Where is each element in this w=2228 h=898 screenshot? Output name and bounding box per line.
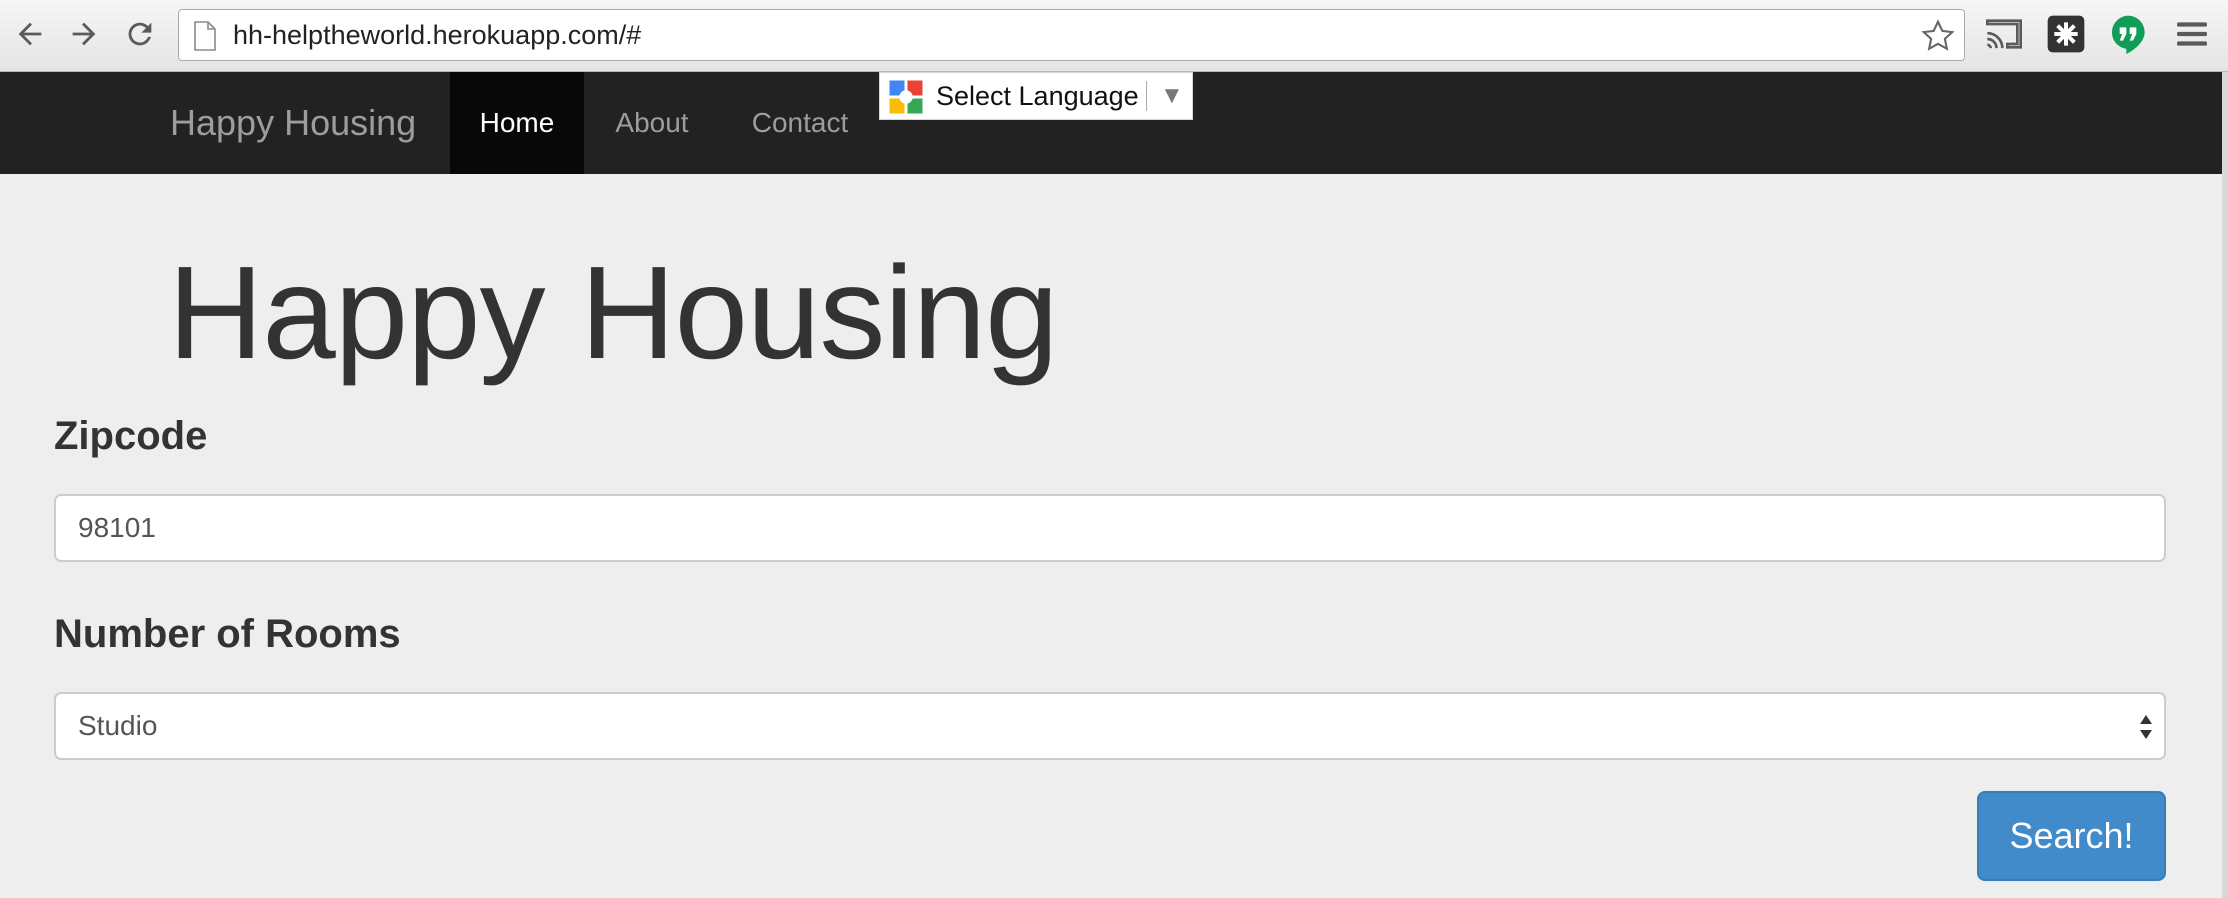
- nav-about[interactable]: About: [604, 72, 700, 174]
- brand-link[interactable]: Happy Housing: [170, 72, 416, 174]
- browser-toolbar: hh-helptheworld.herokuapp.com/#: [0, 0, 2228, 72]
- hangouts-icon[interactable]: [2108, 14, 2148, 54]
- page-title: Happy Housing: [168, 239, 1059, 386]
- rooms-select-value: Studio: [78, 710, 158, 741]
- back-button[interactable]: [6, 10, 54, 58]
- cast-icon[interactable]: [1984, 14, 2024, 54]
- window-edge: [2222, 72, 2228, 898]
- language-select-label: Select Language: [936, 81, 1139, 111]
- dropdown-arrow-icon[interactable]: ▼: [1160, 73, 1184, 119]
- nav-contact[interactable]: Contact: [744, 72, 856, 174]
- page-icon: [194, 21, 216, 51]
- nav-home[interactable]: Home: [450, 72, 584, 174]
- zipcode-input[interactable]: 98101: [54, 494, 2166, 562]
- url-text[interactable]: hh-helptheworld.herokuapp.com/#: [233, 10, 641, 60]
- search-button[interactable]: Search!: [1977, 791, 2166, 881]
- zipcode-label: Zipcode: [54, 414, 208, 458]
- reload-button[interactable]: [116, 10, 164, 58]
- puzzle-extension-icon[interactable]: [2046, 14, 2086, 54]
- star-icon[interactable]: [1920, 18, 1956, 54]
- reload-icon: [128, 22, 152, 46]
- back-arrow-icon: [18, 22, 42, 46]
- forward-arrow-icon: [72, 22, 96, 46]
- google-translate-icon: [889, 80, 923, 114]
- divider: [1146, 81, 1147, 111]
- address-bar[interactable]: hh-helptheworld.herokuapp.com/#: [178, 9, 1965, 61]
- language-select[interactable]: Select Language ▼: [879, 72, 1193, 120]
- forward-button[interactable]: [60, 10, 108, 58]
- rooms-label: Number of Rooms: [54, 612, 401, 656]
- hamburger-menu-icon[interactable]: [2172, 14, 2212, 54]
- rooms-select[interactable]: Studio: [54, 692, 2166, 760]
- select-updown-icon: [2140, 715, 2152, 739]
